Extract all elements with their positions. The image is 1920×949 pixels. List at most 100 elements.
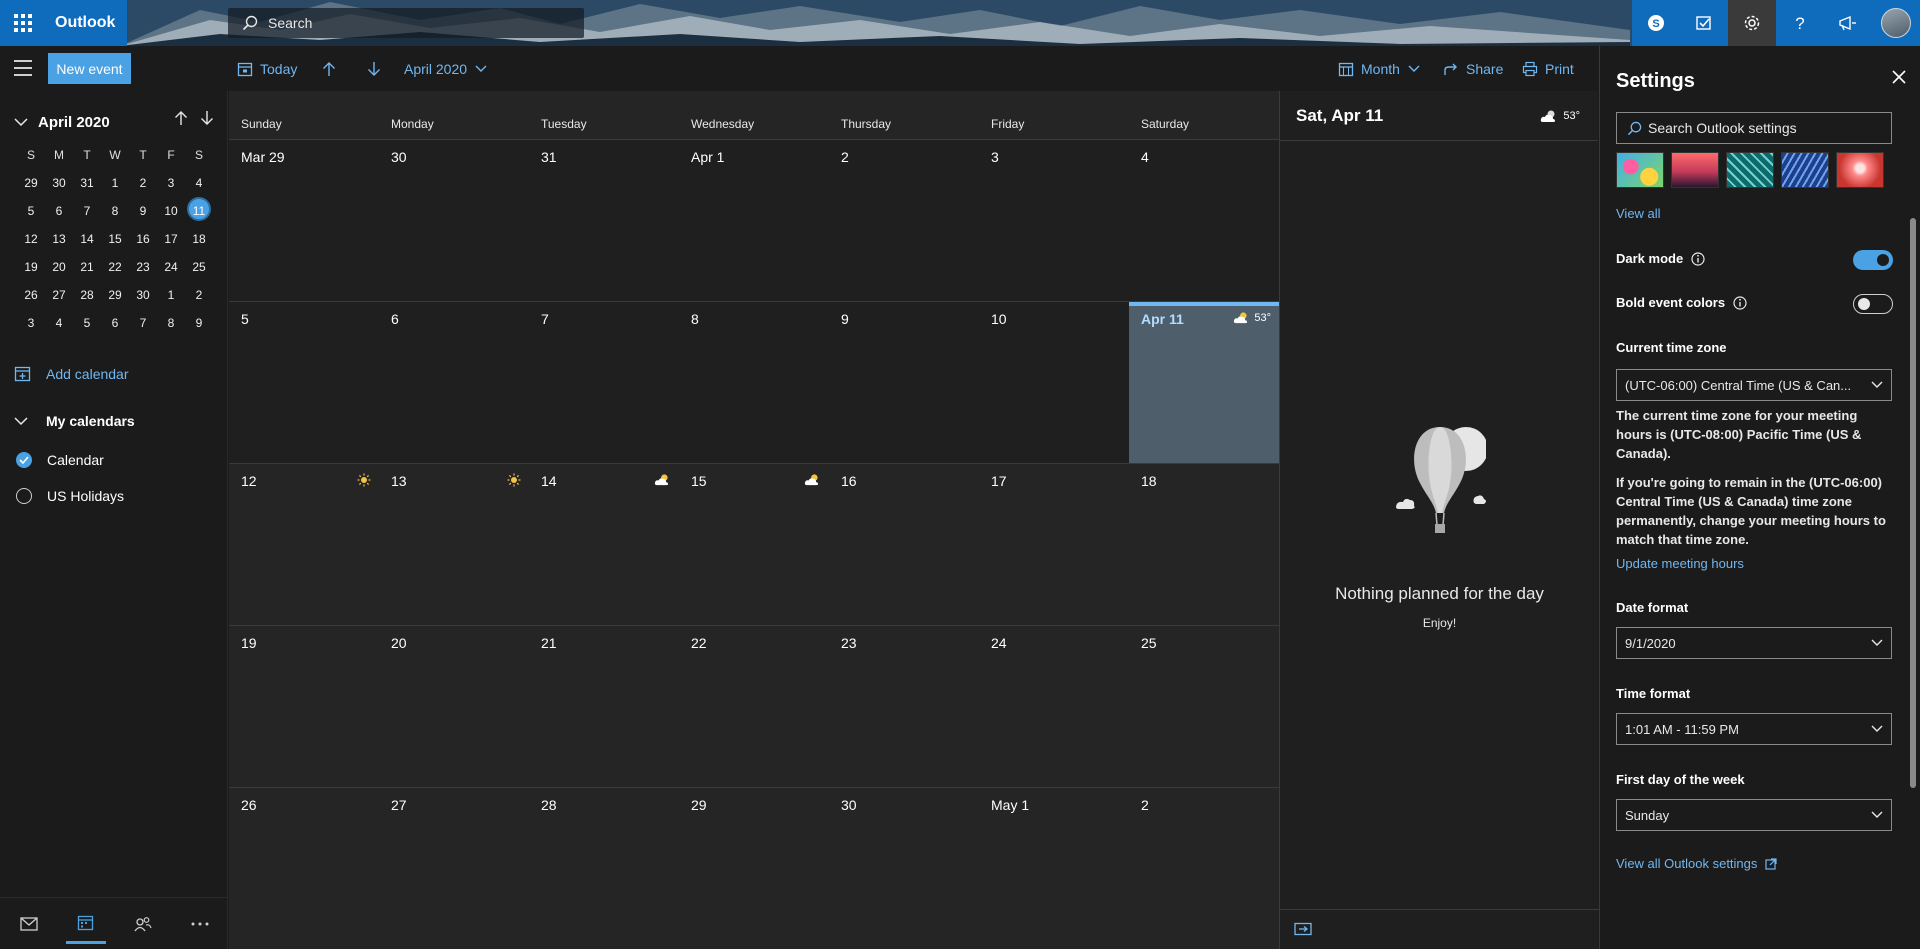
calendar-day-cell[interactable]: Mar 29 <box>229 140 379 301</box>
print-button[interactable]: Print <box>1522 46 1574 91</box>
add-calendar-button[interactable]: Add calendar <box>14 365 129 382</box>
close-settings-button[interactable] <box>1892 70 1906 87</box>
previous-month-button[interactable] <box>322 46 343 91</box>
calendar-day-cell[interactable]: 30 <box>829 788 979 949</box>
bold-event-colors-toggle[interactable] <box>1853 294 1893 314</box>
new-event-button[interactable]: New event <box>48 53 131 84</box>
calendar-day-cell[interactable]: 20 <box>379 626 529 787</box>
calendar-day-cell[interactable]: 27 <box>379 788 529 949</box>
mini-calendar-day[interactable]: 28 <box>73 281 101 309</box>
app-launcher-button[interactable] <box>0 0 46 46</box>
settings-scrollbar[interactable] <box>1910 218 1916 788</box>
mini-calendar-day[interactable]: 22 <box>101 253 129 281</box>
calendar-day-cell[interactable]: 10 <box>979 302 1129 463</box>
mini-calendar-day[interactable]: 8 <box>157 309 185 337</box>
mini-calendar-day[interactable]: 29 <box>101 281 129 309</box>
mini-calendar-day[interactable]: 3 <box>157 169 185 197</box>
mini-calendar-title[interactable]: April 2020 <box>38 114 110 131</box>
calendar-day-cell[interactable]: 23 <box>829 626 979 787</box>
help-button[interactable]: ? <box>1776 0 1824 46</box>
calendar-day-cell[interactable]: 21 <box>529 626 679 787</box>
calendar-day-cell[interactable]: May 1 <box>979 788 1129 949</box>
calendar-day-cell[interactable]: 15 <box>679 464 829 625</box>
mini-calendar-day[interactable]: 26 <box>17 281 45 309</box>
mini-calendar-day[interactable]: 10 <box>157 197 185 225</box>
calendar-day-cell[interactable]: 3 <box>979 140 1129 301</box>
mini-calendar-day[interactable]: 23 <box>129 253 157 281</box>
view-all-settings-link[interactable]: View all Outlook settings <box>1616 856 1777 871</box>
mini-calendar-day[interactable]: 14 <box>73 225 101 253</box>
calendar-day-cell[interactable]: 12 <box>229 464 379 625</box>
mini-calendar-day[interactable]: 5 <box>17 197 45 225</box>
app-name[interactable]: Outlook <box>46 0 127 46</box>
first-day-dropdown[interactable]: Sunday <box>1616 799 1892 831</box>
calendar-day-cell[interactable]: 9 <box>829 302 979 463</box>
mini-calendar-day[interactable]: 9 <box>129 197 157 225</box>
calendar-day-cell[interactable]: 17 <box>979 464 1129 625</box>
mini-calendar-day[interactable]: 3 <box>17 309 45 337</box>
calendar-day-cell[interactable]: 30 <box>379 140 529 301</box>
settings-search-input[interactable]: Search Outlook settings <box>1616 112 1892 144</box>
share-button[interactable]: Share <box>1443 46 1503 91</box>
next-month-button[interactable] <box>367 46 388 91</box>
view-all-themes-link[interactable]: View all <box>1616 206 1661 221</box>
calendar-item-calendar[interactable]: Calendar <box>16 452 104 468</box>
mini-calendar-day[interactable]: 18 <box>185 225 213 253</box>
calendar-day-cell[interactable]: 29 <box>679 788 829 949</box>
skype-button[interactable]: S <box>1632 0 1680 46</box>
mini-calendar-day[interactable]: 9 <box>185 309 213 337</box>
info-icon[interactable] <box>1691 251 1705 266</box>
calendar-day-cell[interactable]: 19 <box>229 626 379 787</box>
mini-calendar-day[interactable]: 6 <box>45 197 73 225</box>
mini-calendar-day[interactable]: 15 <box>101 225 129 253</box>
calendar-day-cell[interactable]: 8 <box>679 302 829 463</box>
hamburger-menu-icon[interactable] <box>14 60 32 76</box>
time-zone-dropdown[interactable]: (UTC-06:00) Central Time (US & Can... <box>1616 369 1892 401</box>
arrow-down-icon[interactable] <box>200 110 214 126</box>
account-avatar-button[interactable] <box>1872 0 1920 46</box>
feedback-button[interactable] <box>1824 0 1872 46</box>
arrow-up-icon[interactable] <box>174 110 188 126</box>
chevron-down-icon[interactable] <box>14 117 28 127</box>
calendar-day-cell[interactable]: 18 <box>1129 464 1279 625</box>
time-format-dropdown[interactable]: 1:01 AM - 11:59 PM <box>1616 713 1892 745</box>
calendar-day-cell[interactable]: 5 <box>229 302 379 463</box>
mini-calendar-day[interactable]: 27 <box>45 281 73 309</box>
mini-calendar-day[interactable]: 7 <box>73 197 101 225</box>
info-icon[interactable] <box>1733 295 1747 310</box>
mini-calendar-day[interactable]: 24 <box>157 253 185 281</box>
month-picker-button[interactable]: April 2020 <box>404 46 494 91</box>
mini-calendar-day[interactable]: 2 <box>129 169 157 197</box>
calendar-day-cell[interactable]: 14 <box>529 464 679 625</box>
more-apps-button[interactable] <box>180 904 220 944</box>
mail-button[interactable] <box>9 904 49 944</box>
mini-calendar-day[interactable]: 13 <box>45 225 73 253</box>
settings-button[interactable] <box>1728 0 1776 46</box>
mini-calendar-day[interactable]: 30 <box>129 281 157 309</box>
my-calendars-group[interactable]: My calendars <box>14 413 135 429</box>
theme-swatch[interactable] <box>1781 152 1829 188</box>
today-button[interactable]: Today <box>237 46 297 91</box>
mini-calendar-day[interactable]: 8 <box>101 197 129 225</box>
calendar-day-cell[interactable]: 7 <box>529 302 679 463</box>
mini-calendar-day[interactable]: 4 <box>45 309 73 337</box>
theme-swatch[interactable] <box>1726 152 1774 188</box>
calendar-day-cell-today[interactable]: Apr 11 53° <box>1129 302 1279 463</box>
theme-swatch[interactable] <box>1616 152 1664 188</box>
mini-calendar-day[interactable]: 7 <box>129 309 157 337</box>
mini-calendar-day[interactable]: 1 <box>101 169 129 197</box>
calendar-day-cell[interactable]: 24 <box>979 626 1129 787</box>
calendar-day-cell[interactable]: 2 <box>829 140 979 301</box>
my-day-button[interactable] <box>1680 0 1728 46</box>
update-meeting-hours-link[interactable]: Update meeting hours <box>1616 556 1744 571</box>
mini-calendar-day[interactable]: 6 <box>101 309 129 337</box>
mini-calendar-day[interactable]: 20 <box>45 253 73 281</box>
search-box[interactable]: Search <box>228 8 584 38</box>
calendar-day-cell[interactable]: 2 <box>1129 788 1279 949</box>
mini-calendar-day[interactable]: 16 <box>129 225 157 253</box>
mini-calendar-day[interactable]: 1 <box>157 281 185 309</box>
calendar-button[interactable] <box>65 904 106 944</box>
mini-calendar-day[interactable]: 12 <box>17 225 45 253</box>
theme-swatch[interactable] <box>1671 152 1719 188</box>
date-format-dropdown[interactable]: 9/1/2020 <box>1616 627 1892 659</box>
